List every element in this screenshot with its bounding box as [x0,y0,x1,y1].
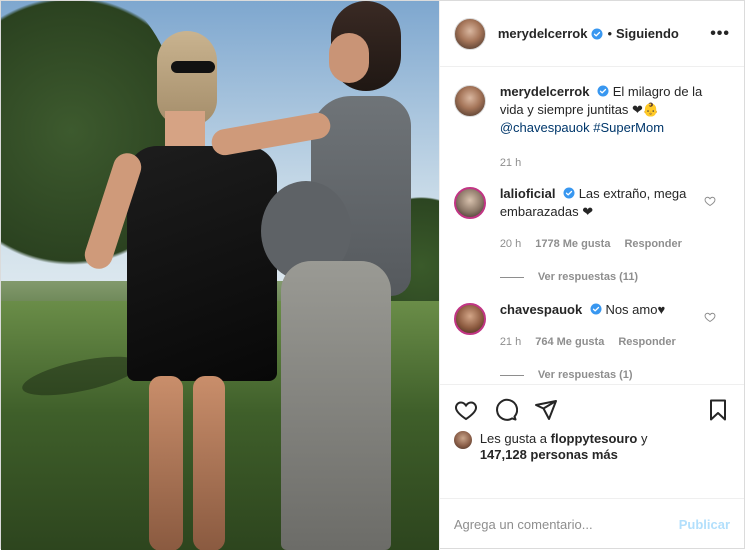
replies-line [499,374,524,376]
comment-icon[interactable] [494,398,518,422]
verified-badge-icon [597,85,609,97]
comment-likes[interactable]: 764 Me gusta [535,333,604,351]
caption-username[interactable]: merydelcerrok [500,84,590,99]
caption: merydelcerrok El milagro de la vida y si… [453,83,730,137]
reply-button[interactable]: Responder [618,333,675,351]
comment-item: lalioficial Las extraño, mega embarazada… [453,185,730,253]
comments-list[interactable]: merydelcerrok El milagro de la vida y si… [440,67,744,384]
view-replies-button[interactable]: Ver respuestas (11) [499,271,730,283]
photo-person-left [81,31,277,550]
view-replies-label: Ver respuestas (1) [537,369,633,381]
photo-person-right [209,1,431,550]
caption-mention[interactable]: @chavespauok [500,120,590,135]
replies-line [499,276,524,278]
verified-badge-icon [591,28,603,39]
comment-meta: 20 h 1778 Me gusta Responder [500,235,705,253]
comment-meta: 21 h 764 Me gusta Responder [500,333,705,351]
instagram-post: merydelcerrok • Siguiendo ••• merydelcer… [0,0,745,550]
liker-avatar[interactable] [453,431,472,449]
more-options-icon[interactable]: ••• [710,25,730,43]
caption-body: merydelcerrok El milagro de la vida y si… [500,83,705,137]
comment-like-heart-icon[interactable] [704,195,716,207]
commenter-avatar[interactable] [453,187,486,219]
caption-avatar[interactable] [453,85,486,117]
likes-count[interactable]: 147,128 personas más [480,447,618,462]
action-icons [454,393,730,427]
commenter-avatar[interactable] [453,303,486,335]
comment-like-heart-icon[interactable] [704,311,716,323]
view-replies-label: Ver respuestas (11) [537,271,639,283]
post-photo[interactable] [1,1,439,550]
comment-input[interactable] [453,517,679,532]
likes-text: Les gusta a floppytesouro y 147,128 pers… [480,431,648,463]
caption-hashtag[interactable]: #SuperMom [593,120,664,135]
caption-time: 21 h [499,157,522,169]
liker-username[interactable]: floppytesouro [551,431,638,446]
publish-button[interactable]: Publicar [679,517,730,532]
following-button[interactable]: Siguiendo [616,26,679,41]
comment-time: 21 h [499,336,522,348]
bookmark-icon[interactable] [706,398,730,422]
comment-username[interactable]: lalioficial [500,186,556,201]
reply-button[interactable]: Responder [624,235,681,253]
author-username[interactable]: merydelcerrok [498,26,588,41]
comment-body: chavespauok Nos amo♥ 21 h 764 Me gusta R… [500,301,705,351]
verified-badge-icon [590,303,602,315]
share-icon[interactable] [534,398,558,422]
heart-icon[interactable] [454,398,478,422]
post-header: merydelcerrok • Siguiendo ••• [439,1,744,67]
comment-text: Nos amo♥ [605,302,666,317]
post-side-panel: merydelcerrok • Siguiendo ••• merydelcer… [438,1,744,550]
comment-body: lalioficial Las extraño, mega embarazada… [500,185,705,253]
add-comment-bar: Publicar [439,498,744,550]
header-separator: • [607,26,612,41]
likes-prefix: Les gusta a [479,431,548,446]
comment-time: 20 h [499,238,522,250]
view-replies-button[interactable]: Ver respuestas (1) [499,369,730,381]
comment-item: chavespauok Nos amo♥ 21 h 764 Me gusta R… [453,301,730,351]
likes-conjunction: y [640,431,648,446]
comment-likes[interactable]: 1778 Me gusta [535,235,610,253]
comment-username[interactable]: chavespauok [500,302,582,317]
author-avatar[interactable] [453,17,486,50]
verified-badge-icon [563,187,575,199]
post-actions: Les gusta a floppytesouro y 147,128 pers… [439,384,744,463]
likes-summary: Les gusta a floppytesouro y 147,128 pers… [453,431,730,463]
